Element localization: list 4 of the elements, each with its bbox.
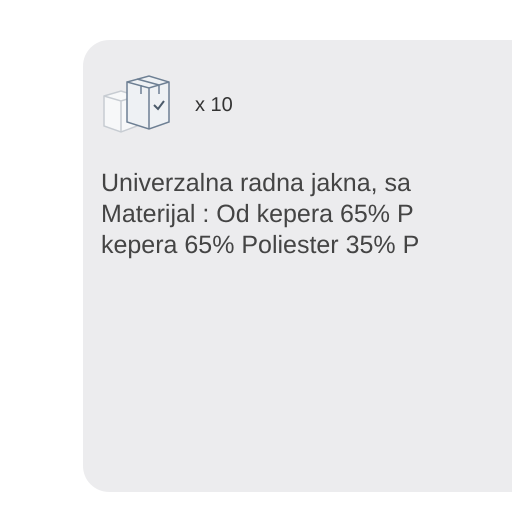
description-text: Materijal : Od kepera 65% P — [101, 199, 414, 230]
quantity-label: x 10 — [195, 93, 233, 118]
description-text: Univerzalna radna jakna, sa — [101, 168, 411, 199]
description-text: kepera 65% Poliester 35% P — [101, 230, 420, 261]
